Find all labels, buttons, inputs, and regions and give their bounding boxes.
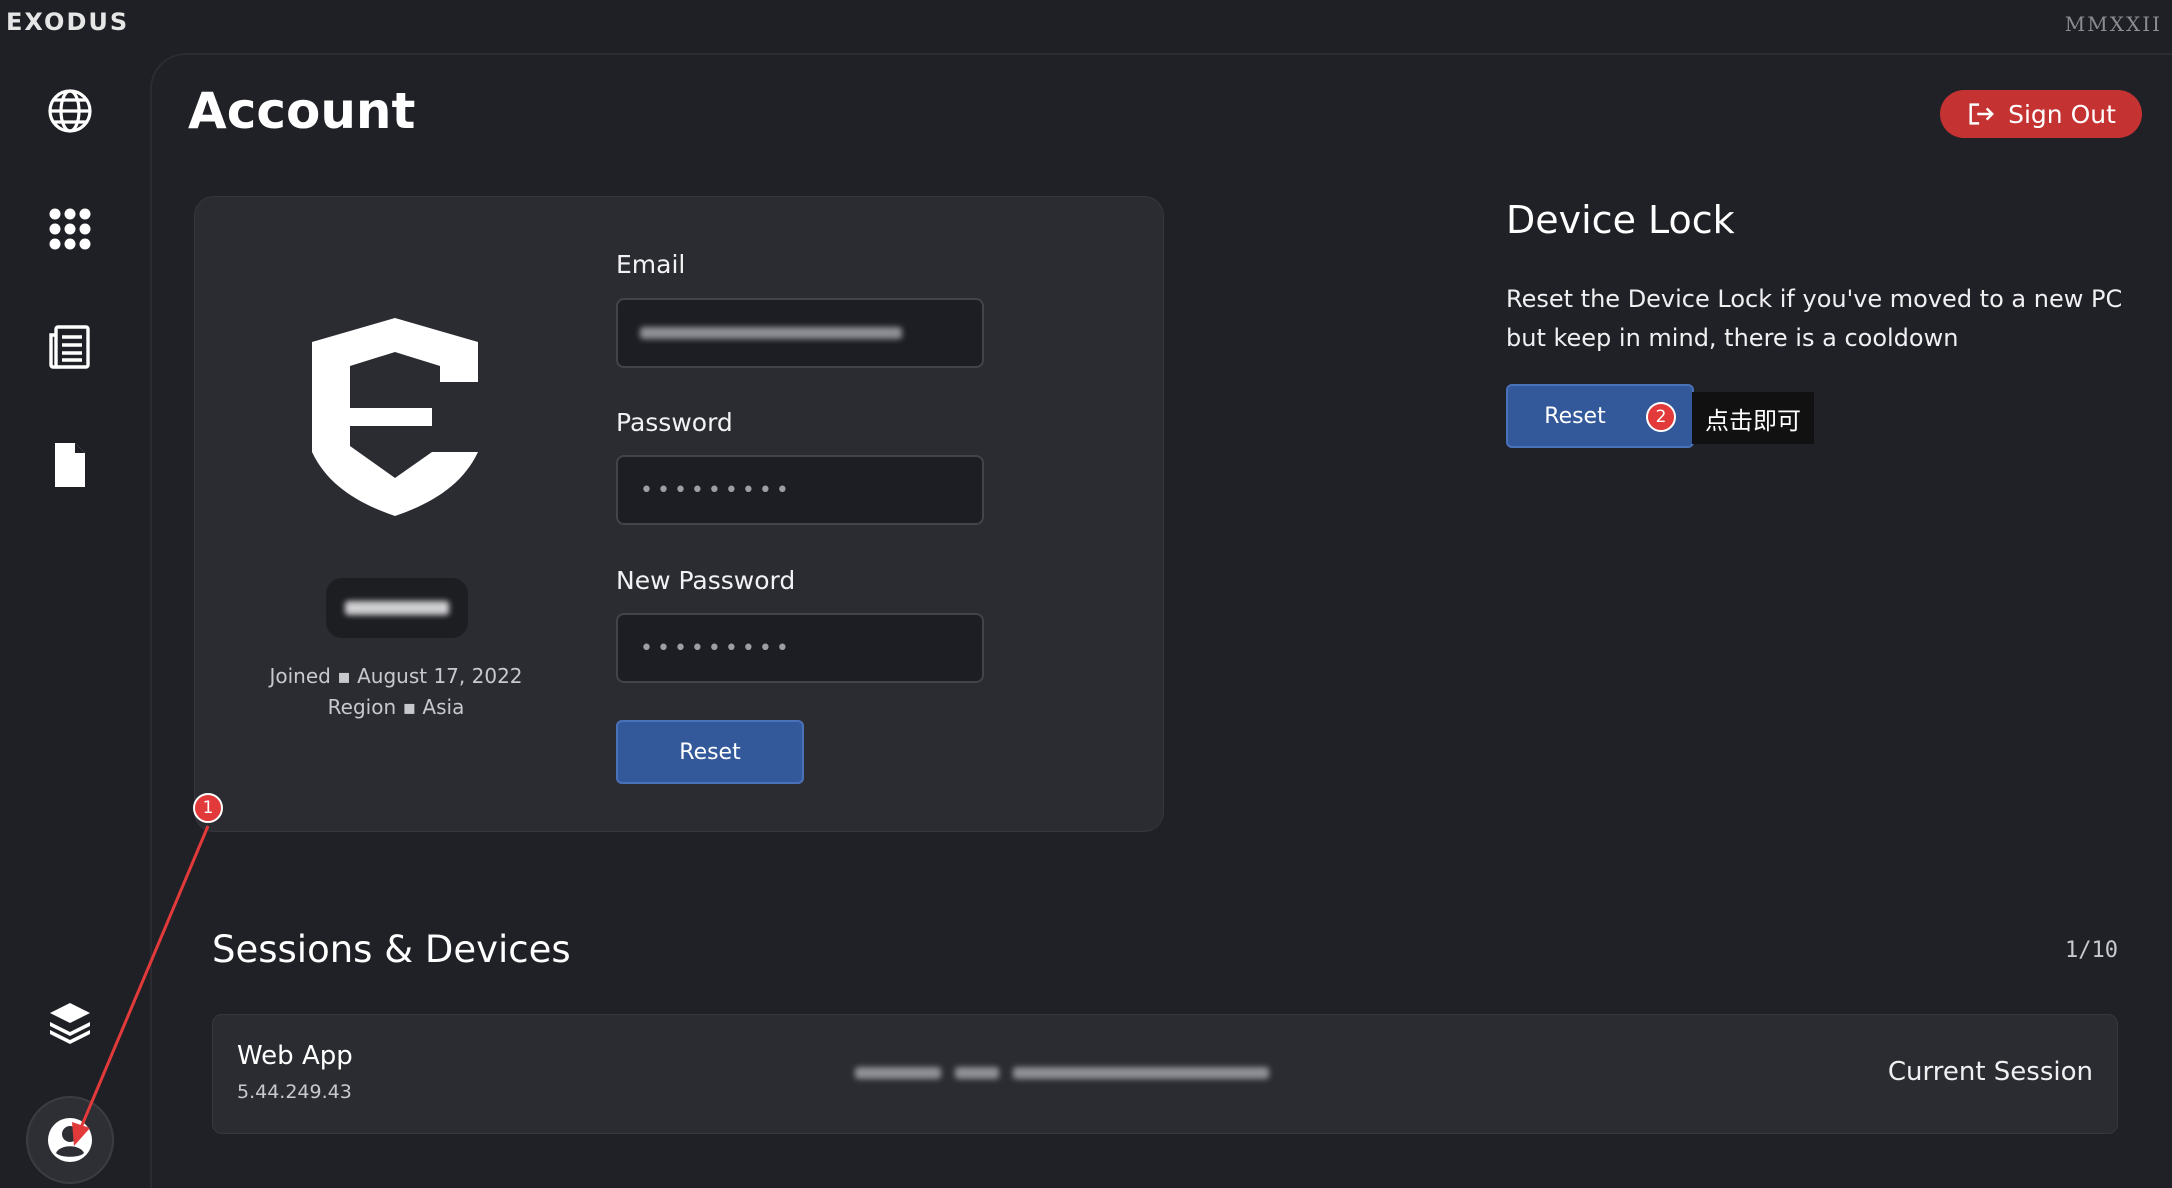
password-field[interactable]: •••••••••	[616, 455, 984, 525]
joined-date: August 17, 2022	[357, 664, 523, 688]
sessions-count: 1/10	[2065, 938, 2118, 963]
document-icon[interactable]	[40, 435, 100, 495]
email-label: Email	[616, 250, 686, 279]
session-ip: 5.44.249.43	[237, 1081, 352, 1103]
account-icon[interactable]	[26, 1096, 114, 1184]
annotation-badge-2: 2	[1646, 402, 1676, 432]
username-badge	[326, 578, 468, 638]
region-label: Region	[327, 695, 397, 719]
page-title: Account	[188, 82, 416, 140]
region-value: Asia	[422, 695, 465, 719]
exodus-logo: EXODUS	[6, 8, 130, 36]
new-password-label: New Password	[616, 566, 796, 595]
email-field[interactable]	[616, 298, 984, 368]
password-value: •••••••••	[640, 477, 793, 503]
globe-icon[interactable]	[40, 81, 100, 141]
joined-info: Joined ▪ August 17, 2022	[269, 664, 523, 688]
sign-out-icon	[1969, 103, 1995, 125]
sign-out-button[interactable]: Sign Out	[1940, 90, 2142, 138]
sessions-title: Sessions & Devices	[212, 928, 571, 971]
annotation-tooltip: 点击即可	[1692, 392, 1814, 444]
new-password-value: •••••••••	[640, 635, 793, 661]
session-app-name: Web App	[237, 1041, 353, 1071]
new-password-field[interactable]: •••••••••	[616, 613, 984, 683]
password-label: Password	[616, 408, 733, 437]
device-lock-title: Device Lock	[1506, 198, 1735, 242]
session-device-redacted	[855, 1067, 1269, 1079]
news-icon[interactable]	[40, 317, 100, 377]
username-redacted	[345, 601, 449, 615]
password-reset-button[interactable]: Reset	[616, 720, 804, 784]
email-redacted	[640, 327, 902, 339]
device-lock-description: Reset the Device Lock if you've moved to…	[1506, 285, 2123, 352]
device-lock-reset-label: Reset	[1544, 403, 1606, 429]
annotation-badge-1: 1	[193, 793, 223, 823]
joined-label: Joined	[269, 664, 331, 688]
layers-icon[interactable]	[40, 993, 100, 1053]
region-info: Region ▪ Asia	[327, 695, 465, 719]
session-status: Current Session	[1887, 1057, 2093, 1087]
apps-grid-icon[interactable]	[40, 199, 100, 259]
exodus-shield-logo	[312, 318, 478, 516]
year-label: MMXXII	[2064, 12, 2162, 36]
session-row: Web App 5.44.249.43 Current Session	[212, 1014, 2118, 1134]
sidebar	[0, 53, 150, 1188]
sign-out-label: Sign Out	[2008, 99, 2116, 129]
